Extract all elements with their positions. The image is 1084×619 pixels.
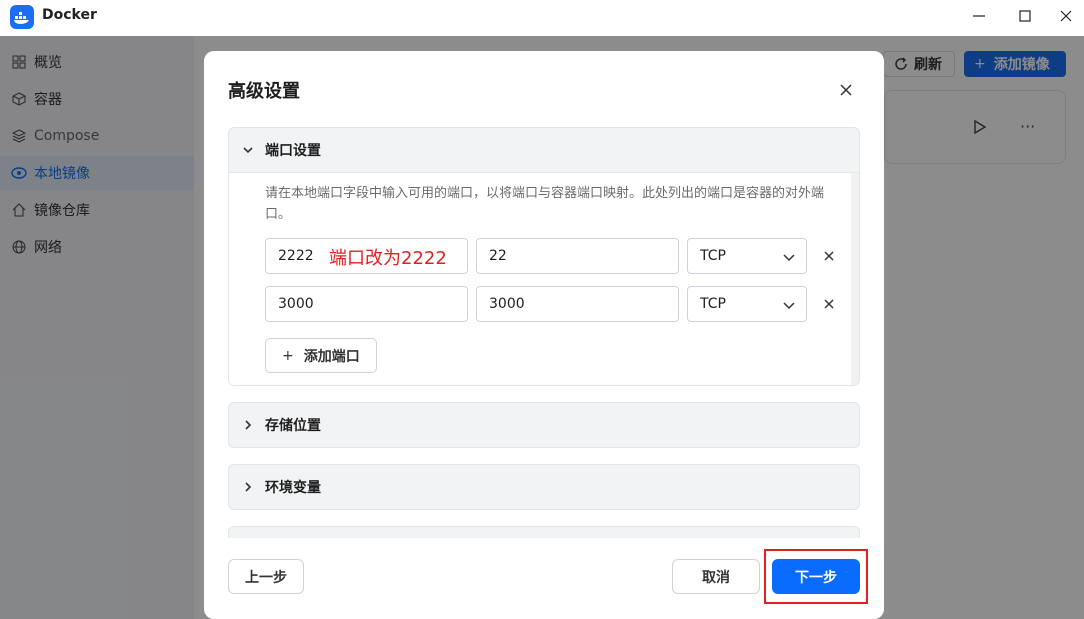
chevron-down-icon (241, 143, 255, 157)
env-section[interactable]: 环境变量 (228, 464, 860, 510)
local-port-value: 3000 (278, 296, 314, 312)
section-scrollbar[interactable] (851, 173, 859, 385)
close-window-button[interactable] (1048, 0, 1084, 32)
chevron-right-icon (241, 480, 255, 494)
highlight-box (764, 549, 868, 604)
storage-section[interactable]: 存储位置 (228, 402, 860, 448)
local-port-input[interactable]: 3000 (265, 286, 468, 322)
chevron-right-icon (241, 418, 255, 432)
container-port-value: 22 (489, 248, 507, 264)
env-header[interactable]: 环境变量 (229, 465, 859, 509)
protocol-value: TCP (700, 296, 726, 312)
docker-logo-icon (10, 5, 34, 29)
maximize-icon (1019, 10, 1031, 22)
section-title: 存储位置 (265, 418, 321, 434)
app-title: Docker (42, 7, 97, 23)
remove-port-button[interactable] (821, 296, 837, 312)
close-icon (824, 299, 834, 309)
local-port-value: 2222 (278, 248, 314, 264)
close-icon (824, 251, 834, 261)
plus-icon: + (282, 347, 294, 364)
protocol-select[interactable]: TCP (687, 238, 807, 274)
minimize-icon (973, 15, 985, 17)
protocol-value: TCP (700, 248, 726, 264)
container-port-input[interactable]: 3000 (476, 286, 679, 322)
protocol-select[interactable]: TCP (687, 286, 807, 322)
advanced-settings-dialog: 高级设置 端口设置 请在本地端口字段中输入可用的端口，以将端口与容器端口映射。此… (204, 51, 884, 619)
close-icon (1060, 10, 1072, 22)
chevron-down-icon (783, 302, 795, 310)
port-description: 请在本地端口字段中输入可用的端口，以将端口与容器端口映射。此处列出的端口是容器的… (265, 186, 825, 222)
storage-header[interactable]: 存储位置 (229, 403, 859, 447)
port-settings-section: 端口设置 请在本地端口字段中输入可用的端口，以将端口与容器端口映射。此处列出的端… (228, 127, 860, 386)
add-port-button[interactable]: + 添加端口 (265, 338, 377, 373)
minimize-button[interactable] (956, 0, 1002, 32)
next-section (228, 526, 860, 538)
add-port-label: 添加端口 (303, 348, 360, 365)
dialog-close-button[interactable] (836, 80, 856, 100)
container-port-value: 3000 (489, 296, 525, 312)
section-title: 环境变量 (265, 480, 321, 496)
container-port-input[interactable]: 22 (476, 238, 679, 274)
annotation-text: 端口改为2222 (329, 248, 447, 269)
maximize-button[interactable] (1002, 0, 1048, 32)
chevron-down-icon (783, 254, 795, 262)
close-icon (840, 84, 852, 96)
prev-step-button[interactable]: 上一步 (228, 559, 304, 594)
title-bar: Docker (0, 0, 1084, 36)
cancel-button[interactable]: 取消 (672, 559, 760, 594)
dialog-title: 高级设置 (228, 81, 300, 102)
section-title: 端口设置 (265, 143, 321, 159)
port-settings-header[interactable]: 端口设置 (229, 128, 859, 172)
port-settings-body: 请在本地端口字段中输入可用的端口，以将端口与容器端口映射。此处列出的端口是容器的… (229, 172, 859, 385)
remove-port-button[interactable] (821, 248, 837, 264)
